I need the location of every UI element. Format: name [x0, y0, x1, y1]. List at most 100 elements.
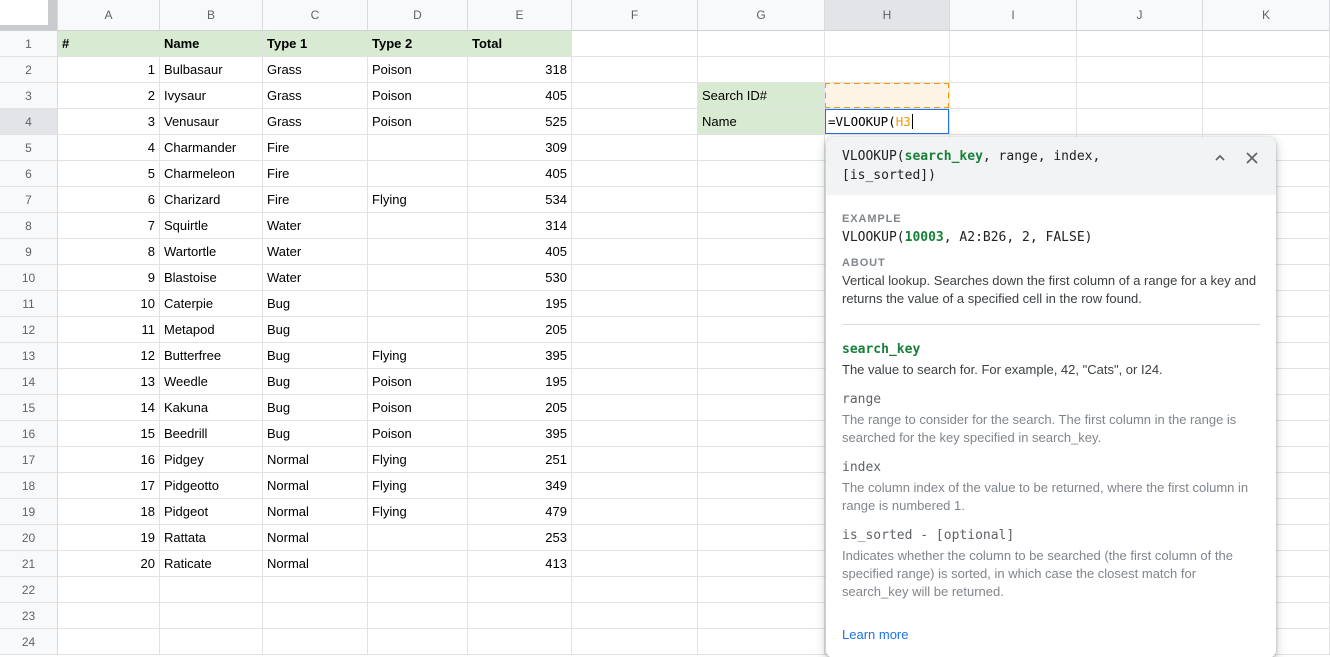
cell-B16[interactable]: Beedrill: [160, 421, 263, 447]
cell-E21[interactable]: 413: [468, 551, 572, 577]
cell-J3[interactable]: [1077, 83, 1203, 109]
cell-C23[interactable]: [263, 603, 368, 629]
cell-D5[interactable]: [368, 135, 468, 161]
cell-F11[interactable]: [572, 291, 698, 317]
row-header-5[interactable]: 5: [0, 135, 58, 161]
col-header-E[interactable]: E: [468, 0, 572, 31]
cell-B6[interactable]: Charmeleon: [160, 161, 263, 187]
cell-E1[interactable]: Total: [468, 31, 572, 57]
cell-A18[interactable]: 17: [58, 473, 160, 499]
row-header-6[interactable]: 6: [0, 161, 58, 187]
cell-F3[interactable]: [572, 83, 698, 109]
cell-C15[interactable]: Bug: [263, 395, 368, 421]
cell-C3[interactable]: Grass: [263, 83, 368, 109]
cell-G15[interactable]: [698, 395, 825, 421]
cell-F6[interactable]: [572, 161, 698, 187]
cell-H1[interactable]: [825, 31, 950, 57]
cell-K3[interactable]: [1203, 83, 1330, 109]
cell-D22[interactable]: [368, 577, 468, 603]
cell-C9[interactable]: Water: [263, 239, 368, 265]
cell-D14[interactable]: Poison: [368, 369, 468, 395]
cell-A13[interactable]: 12: [58, 343, 160, 369]
cell-C11[interactable]: Bug: [263, 291, 368, 317]
cell-F24[interactable]: [572, 629, 698, 655]
cell-F19[interactable]: [572, 499, 698, 525]
cell-E23[interactable]: [468, 603, 572, 629]
cell-A14[interactable]: 13: [58, 369, 160, 395]
cell-G1[interactable]: [698, 31, 825, 57]
cell-B11[interactable]: Caterpie: [160, 291, 263, 317]
cell-F12[interactable]: [572, 317, 698, 343]
cell-B19[interactable]: Pidgeot: [160, 499, 263, 525]
cell-E16[interactable]: 395: [468, 421, 572, 447]
cell-A16[interactable]: 15: [58, 421, 160, 447]
cell-B15[interactable]: Kakuna: [160, 395, 263, 421]
cell-G2[interactable]: [698, 57, 825, 83]
cell-G23[interactable]: [698, 603, 825, 629]
row-header-14[interactable]: 14: [0, 369, 58, 395]
cell-D13[interactable]: Flying: [368, 343, 468, 369]
cell-D7[interactable]: Flying: [368, 187, 468, 213]
cell-A24[interactable]: [58, 629, 160, 655]
cell-A19[interactable]: 18: [58, 499, 160, 525]
cell-E5[interactable]: 309: [468, 135, 572, 161]
cell-F9[interactable]: [572, 239, 698, 265]
cell-D11[interactable]: [368, 291, 468, 317]
cell-F8[interactable]: [572, 213, 698, 239]
cell-F16[interactable]: [572, 421, 698, 447]
cell-D1[interactable]: Type 2: [368, 31, 468, 57]
cell-F2[interactable]: [572, 57, 698, 83]
cell-B1[interactable]: Name: [160, 31, 263, 57]
col-header-J[interactable]: J: [1077, 0, 1203, 31]
cell-A5[interactable]: 4: [58, 135, 160, 161]
cell-G21[interactable]: [698, 551, 825, 577]
cell-F4[interactable]: [572, 109, 698, 135]
cell-A6[interactable]: 5: [58, 161, 160, 187]
cell-G19[interactable]: [698, 499, 825, 525]
cell-G7[interactable]: [698, 187, 825, 213]
cell-C22[interactable]: [263, 577, 368, 603]
row-header-16[interactable]: 16: [0, 421, 58, 447]
cell-G13[interactable]: [698, 343, 825, 369]
cell-D17[interactable]: Flying: [368, 447, 468, 473]
cell-C5[interactable]: Fire: [263, 135, 368, 161]
cell-B5[interactable]: Charmander: [160, 135, 263, 161]
cell-K1[interactable]: [1203, 31, 1330, 57]
cell-E14[interactable]: 195: [468, 369, 572, 395]
cell-B18[interactable]: Pidgeotto: [160, 473, 263, 499]
cell-G20[interactable]: [698, 525, 825, 551]
cell-G22[interactable]: [698, 577, 825, 603]
row-header-2[interactable]: 2: [0, 57, 58, 83]
cell-A15[interactable]: 14: [58, 395, 160, 421]
cell-E10[interactable]: 530: [468, 265, 572, 291]
cell-F20[interactable]: [572, 525, 698, 551]
cell-C10[interactable]: Water: [263, 265, 368, 291]
cell-A12[interactable]: 11: [58, 317, 160, 343]
row-header-9[interactable]: 9: [0, 239, 58, 265]
cell-B10[interactable]: Blastoise: [160, 265, 263, 291]
cell-A3[interactable]: 2: [58, 83, 160, 109]
cell-G12[interactable]: [698, 317, 825, 343]
cell-H2[interactable]: [825, 57, 950, 83]
cell-A2[interactable]: 1: [58, 57, 160, 83]
cell-G14[interactable]: [698, 369, 825, 395]
cell-E24[interactable]: [468, 629, 572, 655]
col-header-D[interactable]: D: [368, 0, 468, 31]
cell-D19[interactable]: Flying: [368, 499, 468, 525]
cell-B24[interactable]: [160, 629, 263, 655]
cell-E7[interactable]: 534: [468, 187, 572, 213]
cell-C2[interactable]: Grass: [263, 57, 368, 83]
row-header-17[interactable]: 17: [0, 447, 58, 473]
learn-more-link[interactable]: Learn more: [842, 627, 908, 642]
row-header-8[interactable]: 8: [0, 213, 58, 239]
row-header-15[interactable]: 15: [0, 395, 58, 421]
cell-F15[interactable]: [572, 395, 698, 421]
cell-D21[interactable]: [368, 551, 468, 577]
row-header-12[interactable]: 12: [0, 317, 58, 343]
cell-G17[interactable]: [698, 447, 825, 473]
cell-B17[interactable]: Pidgey: [160, 447, 263, 473]
cell-D15[interactable]: Poison: [368, 395, 468, 421]
cell-G8[interactable]: [698, 213, 825, 239]
collapse-popup-icon[interactable]: [1212, 150, 1228, 166]
cell-D10[interactable]: [368, 265, 468, 291]
